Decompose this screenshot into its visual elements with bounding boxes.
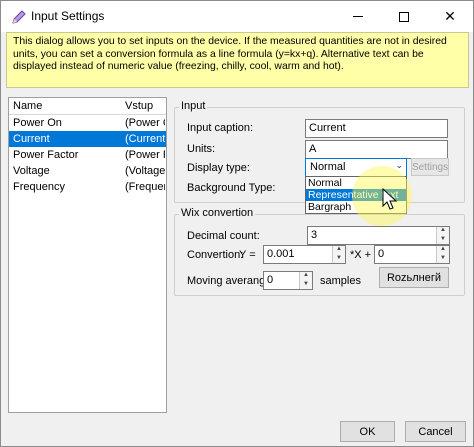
input-caption-label: Input caption: — [187, 122, 254, 134]
k-coefficient-field[interactable]: 0.001 ▲ ▼ — [263, 245, 346, 264]
conversion-label: Convertion: — [187, 249, 244, 261]
list-item-input: (Current) — [125, 133, 165, 145]
list-item-name: Current — [13, 133, 50, 145]
spin-down-icon[interactable]: ▼ — [437, 254, 449, 263]
spin-up-icon[interactable]: ▲ — [333, 246, 345, 254]
close-icon: ✕ — [444, 8, 456, 24]
moving-average-value: 0 — [267, 274, 274, 286]
spin-up-icon[interactable]: ▲ — [300, 272, 312, 280]
list-item-input: (Frequency) — [125, 181, 165, 193]
display-type-value: Normal — [310, 161, 346, 173]
input-caption-field[interactable]: Current — [305, 119, 448, 138]
close-button[interactable]: ✕ — [427, 1, 473, 32]
input-group-title: Input — [179, 100, 208, 112]
info-banner: This dialog allows you to set inputs on … — [6, 32, 469, 88]
y-equals-label: Y = — [239, 249, 256, 261]
list-item[interactable]: Voltage (Voltage) — [9, 163, 166, 179]
list-item-name: Power Factor — [13, 149, 79, 161]
display-type-label: Display type: — [187, 162, 250, 174]
conversion-group-title: Wix convertion — [179, 207, 256, 219]
background-type-label: Background Type: — [187, 182, 276, 194]
q-offset-field[interactable]: 0 ▲ ▼ — [374, 245, 450, 264]
mouse-cursor-icon — [382, 187, 398, 212]
moving-average-label: Moving averange: — [187, 275, 275, 287]
minimize-icon — [353, 16, 363, 17]
moving-average-spinner[interactable]: ▲ ▼ — [299, 272, 312, 289]
minimize-button[interactable] — [335, 1, 381, 32]
q-offset-spinner[interactable]: ▲ ▼ — [436, 246, 449, 263]
column-header-name[interactable]: Name — [13, 100, 42, 112]
x-plus-label: *X + — [350, 249, 372, 261]
list-item-input: (Power On) — [125, 117, 165, 129]
k-coefficient-value: 0.001 — [267, 248, 295, 260]
decimal-count-spinner[interactable]: ▲ ▼ — [436, 227, 449, 244]
samples-label: samples — [320, 275, 361, 287]
spin-down-icon[interactable]: ▼ — [437, 235, 449, 244]
input-settings-dialog: Input Settings ✕ This dialog allows you … — [0, 0, 474, 447]
decimal-count-field[interactable]: 3 ▲ ▼ — [307, 226, 450, 245]
spin-down-icon[interactable]: ▼ — [333, 254, 345, 263]
spin-up-icon[interactable]: ▲ — [437, 227, 449, 235]
title-bar[interactable]: Input Settings ✕ — [1, 1, 473, 32]
units-field[interactable]: A — [305, 140, 448, 159]
decimal-count-value: 3 — [311, 229, 318, 241]
decimal-count-label: Decimal count: — [187, 230, 260, 242]
input-list[interactable]: Name Vstup Power On (Power On) Current (… — [8, 97, 167, 413]
list-header: Name Vstup — [9, 98, 166, 115]
spin-down-icon[interactable]: ▼ — [300, 280, 312, 289]
ok-button[interactable]: OK — [340, 421, 395, 442]
cancel-button[interactable]: Cancel — [405, 421, 466, 442]
column-header-input[interactable]: Vstup — [125, 100, 153, 112]
list-item-input: (Voltage) — [125, 165, 165, 177]
extra-button[interactable]: Rozьлнeгй — [379, 267, 449, 288]
k-coefficient-spinner[interactable]: ▲ ▼ — [332, 246, 345, 263]
q-offset-value: 0 — [378, 248, 385, 260]
pencil-icon — [11, 9, 27, 25]
list-item-name: Power On — [13, 117, 62, 129]
window-title: Input Settings — [31, 9, 105, 23]
units-label: Units: — [187, 143, 216, 155]
list-item-name: Voltage — [13, 165, 50, 177]
list-item[interactable]: Frequency (Frequency) — [9, 179, 166, 195]
moving-average-field[interactable]: 0 ▲ ▼ — [263, 271, 313, 290]
list-item-name: Frequency — [13, 181, 65, 193]
list-item-selected[interactable]: Current (Current) — [9, 131, 166, 147]
maximize-button[interactable] — [381, 1, 427, 32]
list-item[interactable]: Power On (Power On) — [9, 115, 166, 131]
list-item[interactable]: Power Factor (Power Factor) — [9, 147, 166, 163]
list-item-input: (Power Factor) — [125, 149, 165, 161]
settings-button[interactable]: Settings — [411, 158, 449, 176]
spin-up-icon[interactable]: ▲ — [437, 246, 449, 254]
maximize-icon — [399, 11, 409, 22]
